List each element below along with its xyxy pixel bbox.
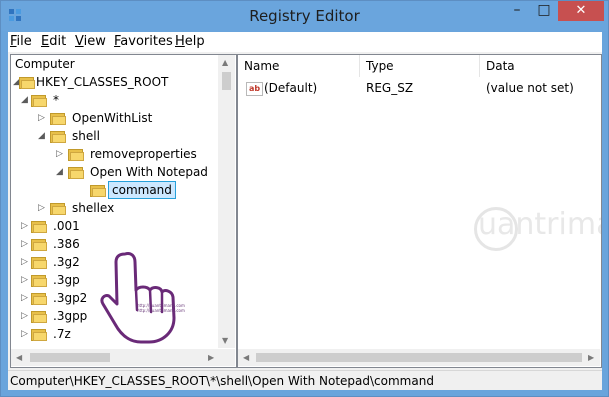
- tree-label-3gp: .3gp: [53, 273, 80, 287]
- tree-label-openwithlist: OpenWithList: [72, 111, 153, 125]
- hand-watermark-text-2: http://quantrimang.com: [137, 308, 185, 313]
- folder-icon: [50, 130, 66, 143]
- tree-horizontal-scroll-thumb[interactable]: [30, 353, 110, 362]
- tree-label-shellex: shellex: [72, 201, 115, 215]
- menu-help-label: elp: [184, 34, 205, 49]
- expand-icon[interactable]: ▷: [21, 325, 28, 343]
- scroll-left-icon[interactable]: ◀: [243, 353, 249, 362]
- menu-edit-accel: E: [41, 34, 50, 49]
- scroll-left-icon[interactable]: ◀: [16, 353, 22, 362]
- tree-label-open-with-notepad: Open With Notepad: [90, 165, 208, 179]
- folder-icon: [31, 238, 47, 251]
- folder-icon: [68, 148, 84, 161]
- menu-bar: File Edit View Favorites Help: [8, 32, 602, 52]
- close-button[interactable]: ✕: [558, 1, 604, 21]
- folder-icon: [31, 310, 47, 323]
- column-header-name[interactable]: Name: [238, 55, 360, 77]
- folder-icon: [50, 202, 66, 215]
- expand-icon[interactable]: ▷: [21, 289, 28, 307]
- maximize-button[interactable]: □: [531, 1, 557, 21]
- collapse-icon[interactable]: ◢: [38, 127, 45, 145]
- menu-edit[interactable]: Edit: [41, 34, 66, 49]
- value-name: (Default): [264, 81, 318, 95]
- watermark-text: uantrimang: [478, 207, 601, 242]
- tree-label-removeproperties: removeproperties: [90, 147, 197, 161]
- menu-favorites[interactable]: Favorites: [114, 34, 173, 49]
- menu-view-label: iew: [83, 34, 106, 49]
- values-pane[interactable]: Name Type Data ab (Default) REG_SZ (valu…: [237, 54, 602, 368]
- content-area: Computer ◢ HKEY_CLASSES_ROOT ◢ * ▷ OpenW…: [8, 52, 602, 370]
- ab-string-icon: ab: [246, 82, 263, 96]
- expand-icon[interactable]: ▷: [21, 307, 28, 325]
- folder-icon: [31, 292, 47, 305]
- collapse-icon[interactable]: ◢: [56, 163, 63, 181]
- folder-icon: [31, 328, 47, 341]
- expand-icon[interactable]: ▷: [38, 109, 45, 127]
- minimize-button[interactable]: –: [504, 1, 530, 21]
- pointing-hand-icon: [100, 252, 176, 344]
- value-type: REG_SZ: [366, 81, 414, 95]
- tree-label-command: command: [108, 181, 176, 199]
- folder-icon: [90, 184, 106, 197]
- tree-label-hkcr: HKEY_CLASSES_ROOT: [36, 75, 169, 89]
- menu-help[interactable]: Help: [175, 34, 205, 49]
- folder-icon: [31, 220, 47, 233]
- scroll-down-icon[interactable]: ▼: [222, 336, 228, 345]
- values-horizontal-scrollbar[interactable]: ◀ ▶: [238, 349, 600, 366]
- tree-label-star: *: [53, 93, 59, 107]
- tree-label-3gpp: .3gpp: [53, 309, 88, 323]
- folder-icon: [31, 274, 47, 287]
- expand-icon[interactable]: ▷: [56, 145, 63, 163]
- menu-view-accel: V: [75, 34, 84, 49]
- menu-help-accel: H: [175, 34, 185, 49]
- tree-item-computer[interactable]: Computer: [15, 55, 75, 73]
- expand-icon[interactable]: ▷: [21, 271, 28, 289]
- key-tree-pane[interactable]: Computer ◢ HKEY_CLASSES_ROOT ◢ * ▷ OpenW…: [10, 54, 237, 368]
- folder-icon: [31, 94, 47, 107]
- tree-horizontal-scrollbar[interactable]: ◀ ▶: [11, 349, 235, 366]
- title-bar[interactable]: Registry Editor – □ ✕: [1, 1, 608, 31]
- menu-edit-label: dit: [49, 34, 67, 49]
- folder-icon: [68, 166, 84, 179]
- scroll-right-icon[interactable]: ▶: [208, 353, 214, 362]
- tree-label-shell: shell: [72, 129, 100, 143]
- collapse-icon[interactable]: ◢: [21, 91, 28, 109]
- tree-label-386: .386: [53, 237, 80, 251]
- column-header-type[interactable]: Type: [360, 55, 480, 77]
- menu-file[interactable]: File: [10, 34, 32, 49]
- expand-icon[interactable]: ▷: [21, 217, 28, 235]
- folder-icon: [50, 112, 66, 125]
- scroll-up-icon[interactable]: ▲: [222, 58, 228, 67]
- tree-label-3gp2: .3gp2: [53, 291, 88, 305]
- tree-vertical-scroll-thumb[interactable]: [222, 72, 231, 90]
- folder-icon: [31, 256, 47, 269]
- expand-icon[interactable]: ▷: [21, 253, 28, 271]
- tree-label-3g2: .3g2: [53, 255, 80, 269]
- menu-view[interactable]: View: [75, 34, 106, 49]
- registry-editor-window: Registry Editor – □ ✕ File Edit View Fav…: [0, 0, 609, 397]
- value-data: (value not set): [486, 81, 574, 95]
- tree-vertical-scrollbar[interactable]: ▲ ▼: [218, 55, 235, 348]
- menu-favorites-label: avorites: [120, 34, 173, 49]
- tree-label-001: .001: [53, 219, 80, 233]
- tree-label-computer: Computer: [15, 57, 75, 71]
- expand-icon[interactable]: ▷: [21, 235, 28, 253]
- folder-icon: [19, 76, 35, 89]
- tree-label-7z: .7z: [53, 327, 71, 341]
- scroll-right-icon[interactable]: ▶: [588, 353, 594, 362]
- expand-icon[interactable]: ▷: [38, 199, 45, 217]
- menu-file-label: ile: [16, 34, 32, 49]
- status-bar: Computer\HKEY_CLASSES_ROOT\*\shell\Open …: [8, 370, 602, 390]
- value-row[interactable]: ab (Default) REG_SZ (value not set): [238, 79, 600, 97]
- column-header-data[interactable]: Data: [480, 55, 601, 77]
- values-horizontal-scroll-thumb[interactable]: [256, 353, 582, 362]
